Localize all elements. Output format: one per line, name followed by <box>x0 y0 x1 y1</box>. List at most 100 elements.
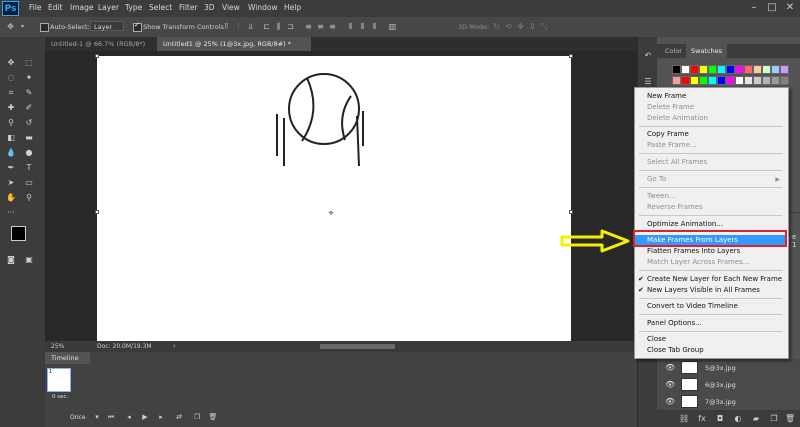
type-tool-icon[interactable]: T <box>24 163 34 173</box>
menu-panel-options[interactable]: Panel Options... <box>635 318 786 329</box>
eraser-tool-icon[interactable]: ◧ <box>6 133 16 143</box>
menu-help[interactable]: Help <box>284 3 301 12</box>
visibility-eye-icon[interactable]: 👁 <box>665 363 675 372</box>
menu-select[interactable]: Select <box>149 3 172 12</box>
visibility-eye-icon[interactable]: 👁 <box>665 380 675 389</box>
distribute-left-icon[interactable]: ⦀ <box>346 22 355 31</box>
gradient-tool-icon[interactable]: ▬ <box>24 133 34 143</box>
menu-reverse-frames[interactable]: Reverse Frames <box>635 202 786 213</box>
menu-layer[interactable]: Layer <box>98 3 119 12</box>
tool-preset-arrow-icon[interactable]: ▾ <box>18 22 27 31</box>
edit-toolbar-icon[interactable]: ··· <box>6 208 16 218</box>
color-swatch[interactable] <box>672 76 681 85</box>
menu-new-layers-visible-all-frames[interactable]: ✔ New Layers Visible in All Frames <box>635 285 786 296</box>
status-arrow-icon[interactable]: › <box>173 342 176 350</box>
menu-copy-frame[interactable]: Copy Frame <box>635 129 786 140</box>
layer-row[interactable]: 👁 7@3x.jpg <box>657 393 800 411</box>
clone-stamp-tool-icon[interactable]: ⚲ <box>6 118 16 128</box>
tab-untitled-1[interactable]: Untitled-1 @ 66.7% (RGB/8*) <box>45 37 155 51</box>
color-swatch[interactable] <box>753 65 762 74</box>
dodge-tool-icon[interactable]: ● <box>24 148 34 158</box>
eyedropper-tool-icon[interactable]: ✎ <box>24 88 34 98</box>
color-swatch[interactable] <box>780 76 789 85</box>
maximize-icon[interactable]: □ <box>765 1 779 15</box>
menu-paste-frame[interactable]: Paste Frame... <box>635 140 786 151</box>
tab-color[interactable]: Color <box>660 44 687 58</box>
menu-filter[interactable]: Filter <box>179 3 198 12</box>
move-tool-icon[interactable]: ✥ <box>6 58 16 68</box>
layer-style-icon[interactable]: fx <box>697 414 707 424</box>
new-layer-icon[interactable]: ❐ <box>769 414 779 424</box>
menu-convert-to-video-timeline[interactable]: Convert to Video Timeline <box>635 301 786 312</box>
auto-align-icon[interactable]: ▥ <box>388 22 397 31</box>
history-panel-icon[interactable]: ↶ <box>643 51 653 61</box>
menu-match-layer-across-frames[interactable]: Match Layer Across Frames... <box>635 257 786 268</box>
3d-pan-icon[interactable]: ✥ <box>516 22 525 31</box>
color-swatch[interactable] <box>735 65 744 74</box>
loop-dropdown-icon[interactable]: ▾ <box>92 412 102 422</box>
color-swatch[interactable] <box>681 65 690 74</box>
artboard-tool-icon[interactable]: ⬚ <box>24 58 34 68</box>
auto-select-checkbox[interactable] <box>40 23 49 32</box>
color-swatch[interactable] <box>690 76 699 85</box>
align-right-icon[interactable]: ⊐ <box>286 22 295 31</box>
color-swatch[interactable] <box>726 76 735 85</box>
screen-mode-icon[interactable]: ▣ <box>24 255 34 265</box>
menu-file[interactable]: File <box>29 3 42 12</box>
transform-handle[interactable] <box>95 210 99 214</box>
show-transform-checkbox[interactable] <box>133 21 142 32</box>
rectangle-tool-icon[interactable]: ▭ <box>24 178 34 188</box>
transform-handle[interactable] <box>569 54 573 58</box>
visibility-eye-icon[interactable]: 👁 <box>665 397 675 406</box>
color-swatch[interactable] <box>762 65 771 74</box>
color-swatch[interactable] <box>744 76 753 85</box>
distribute-bottom-icon[interactable]: ≡ <box>328 22 337 31</box>
color-swatch[interactable] <box>744 65 753 74</box>
animation-frame[interactable]: 1 <box>47 368 71 392</box>
menu-new-frame[interactable]: New Frame <box>635 91 786 102</box>
tween-icon[interactable]: ⇄ <box>174 412 184 422</box>
adjustment-layer-icon[interactable]: ◐ <box>733 414 743 424</box>
magic-wand-tool-icon[interactable]: ✦ <box>24 73 34 83</box>
move-tool-icon[interactable]: ✥ <box>6 22 15 31</box>
color-swatch[interactable] <box>690 65 699 74</box>
foreground-color-swatch[interactable] <box>11 226 26 241</box>
frame-delay[interactable]: 0 sec. <box>52 394 68 400</box>
color-swatch[interactable] <box>708 65 717 74</box>
color-swatch[interactable] <box>771 76 780 85</box>
color-swatch[interactable] <box>699 76 708 85</box>
align-bottom-icon[interactable]: ⫫ <box>246 22 255 31</box>
new-group-icon[interactable]: ▰ <box>751 414 761 424</box>
align-vcenter-icon[interactable]: ⫶ <box>234 22 243 31</box>
distribute-top-icon[interactable]: ≡ <box>304 22 313 31</box>
delete-frame-icon[interactable]: 🗑 <box>208 412 218 422</box>
3d-roll-icon[interactable]: ⟲ <box>504 22 513 31</box>
align-top-icon[interactable]: ⫪ <box>222 22 231 31</box>
delete-layer-icon[interactable]: 🗑 <box>785 414 795 424</box>
menu-edit[interactable]: Edit <box>48 3 63 12</box>
menu-window[interactable]: Window <box>248 3 278 12</box>
menu-3d[interactable]: 3D <box>204 3 215 12</box>
align-left-icon[interactable]: ⊏ <box>262 22 271 31</box>
color-swatch[interactable] <box>771 65 780 74</box>
color-swatch[interactable] <box>780 65 789 74</box>
path-selection-tool-icon[interactable]: ➤ <box>6 178 16 188</box>
menu-close-tab-group[interactable]: Close Tab Group <box>635 345 786 356</box>
layer-row[interactable]: 👁 6@3x.jpg <box>657 376 800 394</box>
menu-select-all-frames[interactable]: Select All Frames <box>635 157 786 168</box>
next-frame-icon[interactable]: ▸ <box>156 412 166 422</box>
healing-brush-tool-icon[interactable]: ✚ <box>6 103 16 113</box>
crop-tool-icon[interactable]: ⌗ <box>6 88 16 98</box>
menu-delete-frame[interactable]: Delete Frame <box>635 102 786 113</box>
tab-untitled1[interactable]: Untitled1 @ 25% (1@3x.jpg, RGB/8#) * <box>157 37 311 51</box>
3d-slide-icon[interactable]: ⇕ <box>528 22 537 31</box>
hand-tool-icon[interactable]: ✋ <box>6 193 16 203</box>
color-swatch[interactable] <box>672 65 681 74</box>
loop-select[interactable]: Once <box>70 414 86 421</box>
duplicate-frame-icon[interactable]: ❐ <box>192 412 202 422</box>
blur-tool-icon[interactable]: 💧 <box>6 148 16 158</box>
color-swatch[interactable] <box>708 76 717 85</box>
play-icon[interactable]: ▶ <box>140 412 150 422</box>
pen-tool-icon[interactable]: ✒ <box>6 163 16 173</box>
close-icon[interactable]: ✕ <box>783 1 797 15</box>
